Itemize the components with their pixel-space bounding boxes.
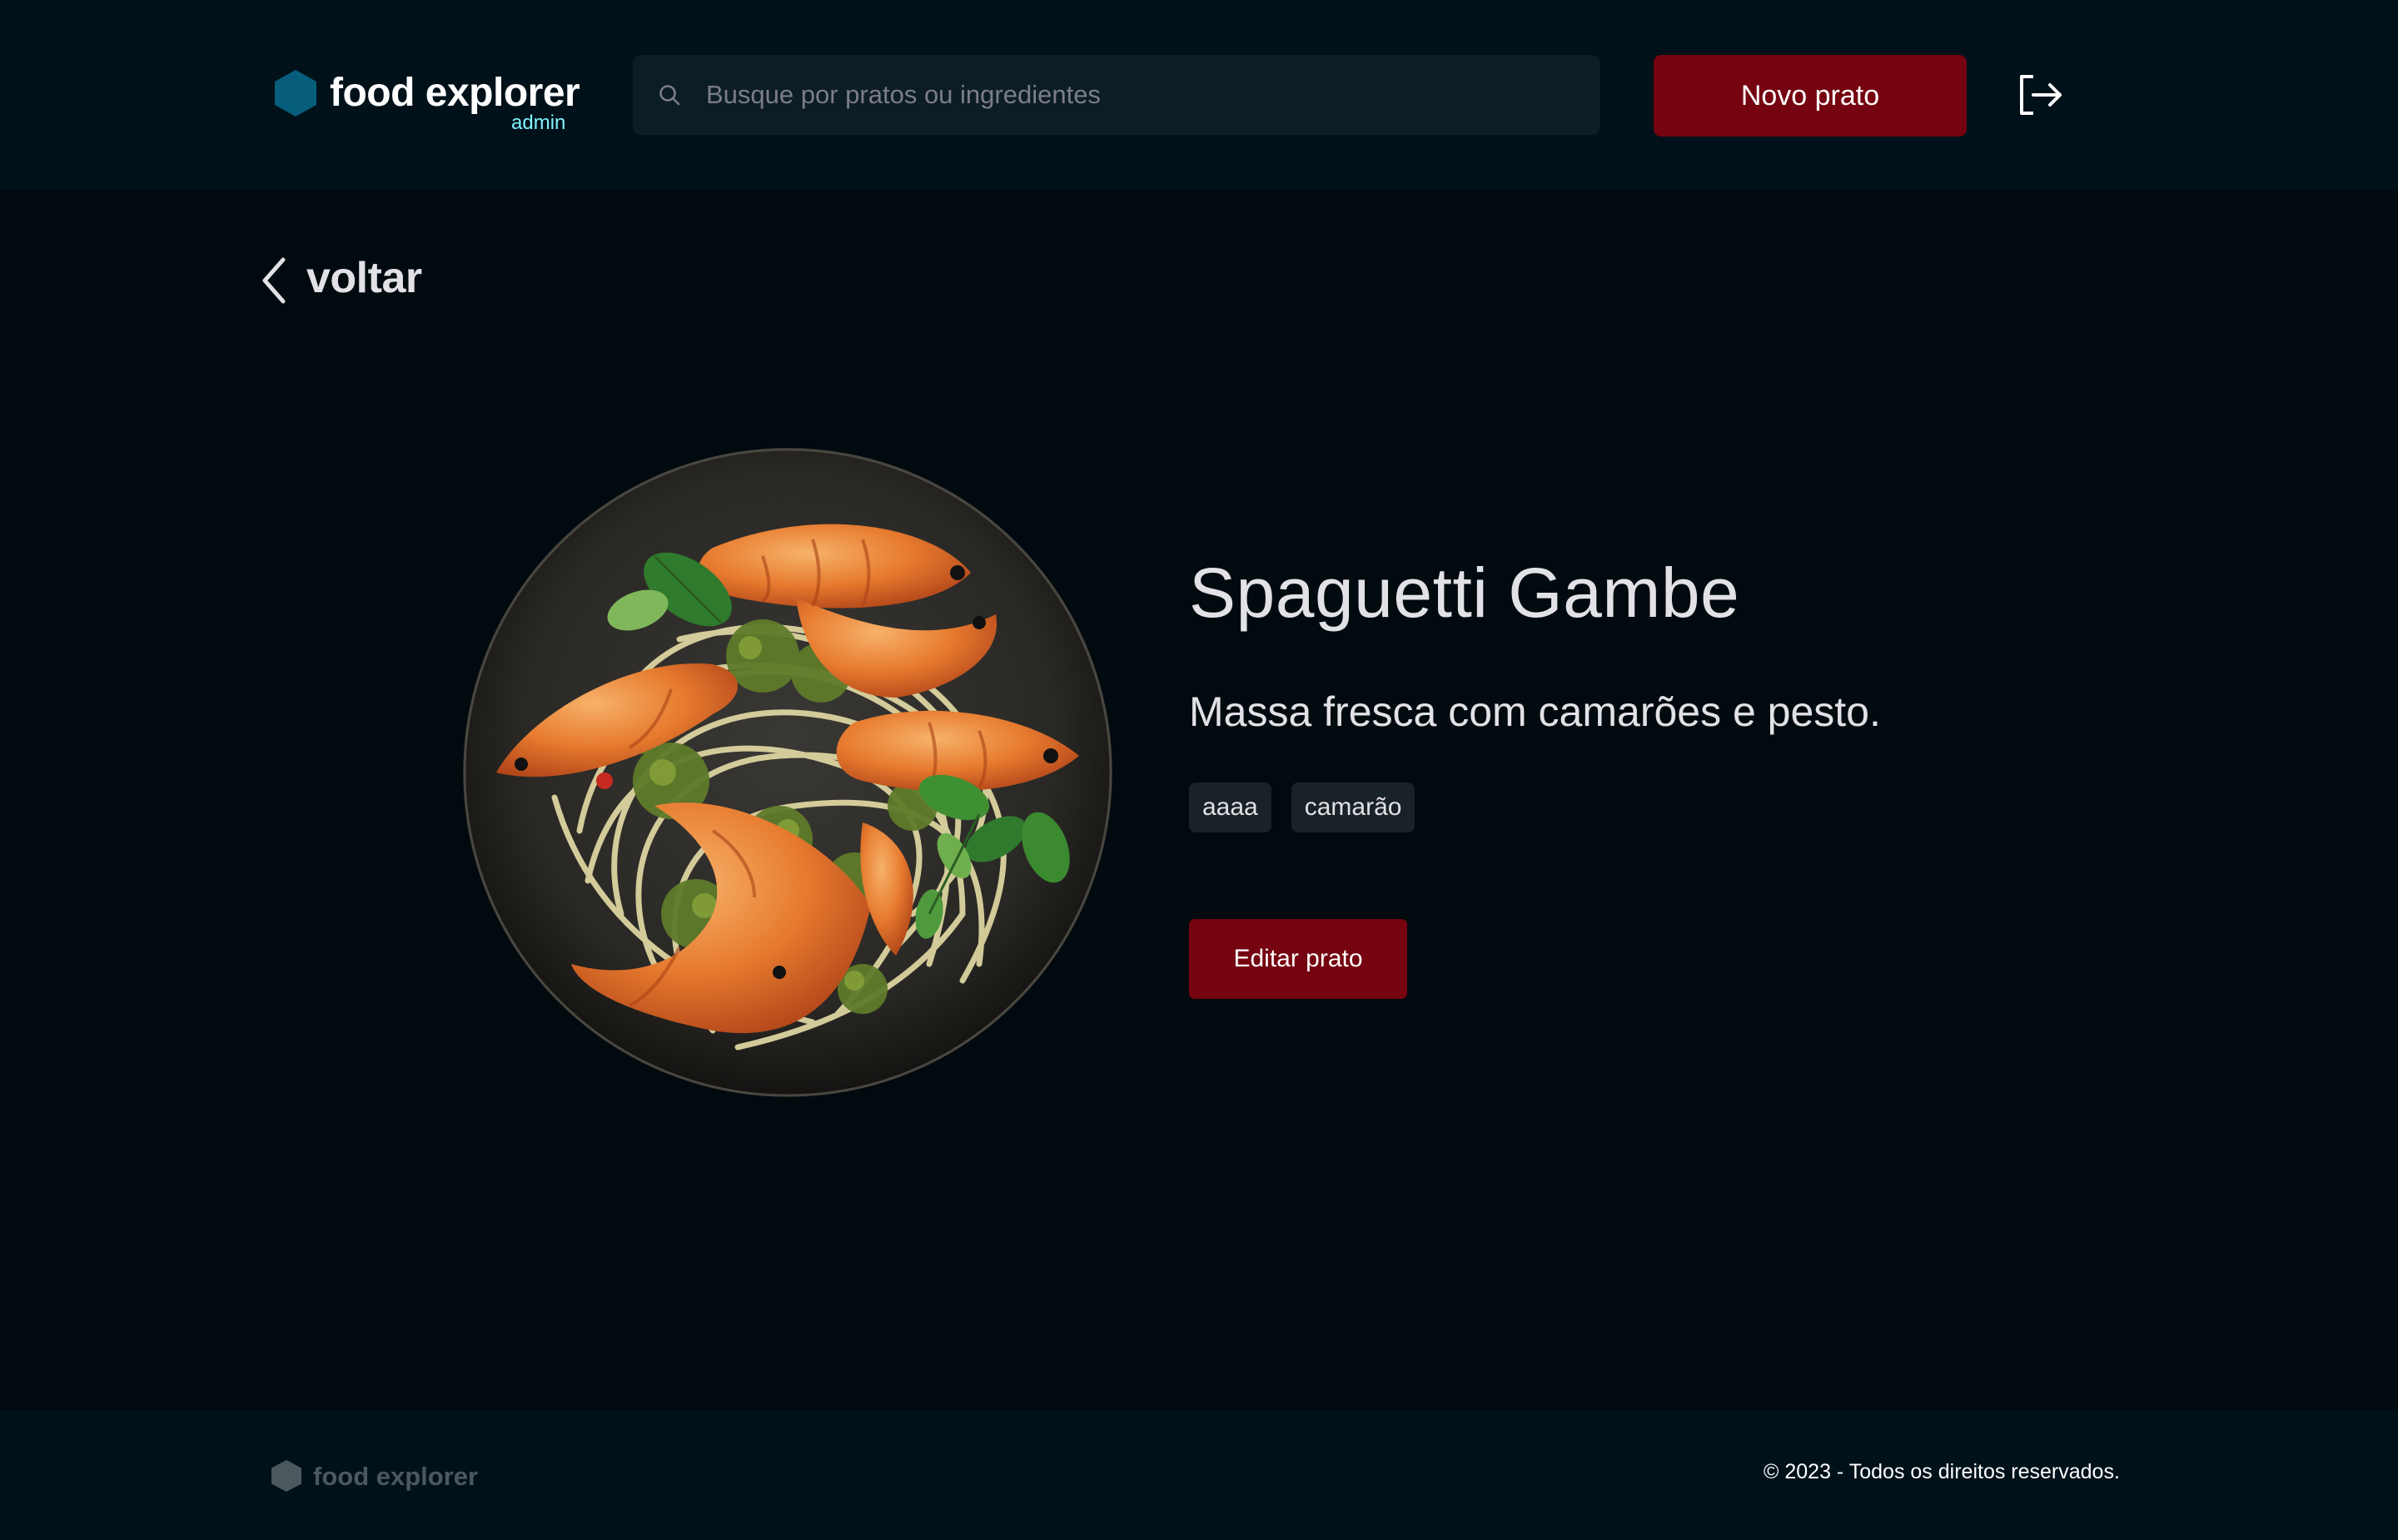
copyright-text: © 2023 - Todos os direitos reservados.	[1764, 1460, 2120, 1483]
dish-title: Spaguetti Gambe	[1189, 554, 1740, 632]
app-footer: food explorer © 2023 - Todos os direitos…	[0, 1410, 2398, 1540]
app-header: food explorer admin Novo prato	[0, 0, 2398, 190]
search-input[interactable]	[706, 55, 1572, 135]
ingredient-tags: aaaa camarão	[1189, 782, 1415, 832]
edit-dish-button[interactable]: Editar prato	[1189, 919, 1407, 999]
new-dish-button[interactable]: Novo prato	[1654, 55, 1967, 137]
admin-badge: admin	[511, 112, 566, 134]
dish-description: Massa fresca com camarões e pesto.	[1189, 688, 1881, 735]
search-bar[interactable]	[633, 55, 1600, 135]
ingredient-tag: aaaa	[1189, 782, 1271, 832]
brand-logo[interactable]: food explorer admin	[275, 70, 580, 137]
brand-name: food explorer	[330, 71, 580, 115]
hexagon-logo-icon	[271, 1460, 301, 1492]
footer-brand-name: food explorer	[313, 1462, 479, 1491]
chevron-left-icon	[262, 257, 286, 304]
search-icon	[659, 85, 680, 106]
hexagon-logo-icon	[275, 70, 316, 117]
back-label: voltar	[306, 254, 422, 302]
back-link[interactable]: voltar	[258, 251, 458, 310]
footer-brand: food explorer	[271, 1460, 488, 1493]
sign-out-icon[interactable]	[2015, 70, 2065, 120]
ingredient-tag: camarão	[1291, 782, 1415, 832]
dish-photo	[463, 448, 1112, 1097]
